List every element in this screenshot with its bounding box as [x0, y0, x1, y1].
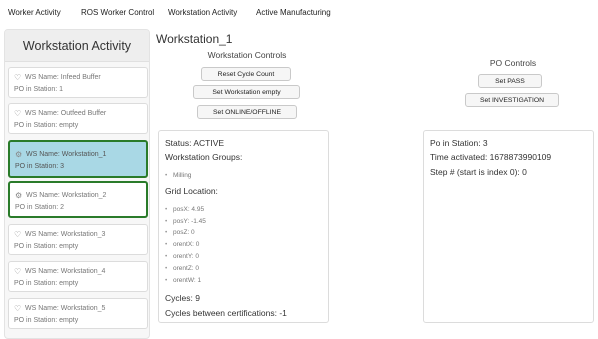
grid-item: • orentW: 1	[165, 277, 202, 284]
workstation-controls-title: Workstation Controls	[207, 50, 287, 60]
bullet-icon: •	[165, 265, 168, 272]
heart-icon: ♡	[14, 72, 22, 82]
sidebar-title: Workstation Activity	[5, 30, 149, 62]
workstation-groups-title: Workstation Groups:	[165, 152, 243, 162]
grid-item: • posZ: 0	[165, 229, 195, 236]
page-title: Workstation_1	[156, 32, 233, 46]
top-nav: Worker Activity ROS Worker Control Works…	[0, 0, 598, 24]
workstation-sidebar: Workstation Activity ♡ WS Name: Infeed Bu…	[4, 29, 150, 339]
ws-name: WS Name: Outfeed Buffer	[25, 109, 107, 117]
workstation-card-workstation-5[interactable]: ♡ WS Name: Workstation_5 PO in Station: e…	[8, 298, 148, 329]
grid-item: • posX: 4.95	[165, 206, 205, 213]
ws-po: PO in Station: 2	[15, 203, 65, 211]
set-workstation-empty-button[interactable]: Set Workstation empty	[193, 85, 300, 99]
po-status-panel: Po in Station: 3 Time activated: 1678873…	[423, 130, 594, 323]
ws-name: WS Name: Workstation_2	[26, 191, 107, 199]
nav-workstation-activity[interactable]: Workstation Activity	[168, 8, 237, 17]
ws-name: WS Name: Workstation_3	[25, 230, 106, 238]
set-pass-button[interactable]: Set PASS	[478, 74, 542, 88]
workstation-card-workstation-2[interactable]: ⚙ WS Name: Workstation_2 PO in Station: 2	[8, 181, 148, 218]
ws-name: WS Name: Workstation_4	[25, 267, 106, 275]
bullet-icon: •	[165, 241, 168, 248]
nav-ros-worker-control[interactable]: ROS Worker Control	[81, 8, 154, 17]
time-activated-text: Time activated: 1678873990109	[430, 152, 552, 162]
bullet-icon: •	[165, 206, 168, 213]
grid-location-title: Grid Location:	[165, 186, 218, 196]
ws-po: PO in Station: empty	[14, 242, 79, 250]
status-text: Status: ACTIVE	[165, 138, 225, 148]
cycles-text: Cycles: 9	[165, 293, 200, 303]
workstation-status-panel: Status: ACTIVE Workstation Groups: • Mill…	[158, 130, 329, 323]
cycles-between-text: Cycles between certifications: -1	[165, 308, 287, 318]
ws-name: WS Name: Workstation_5	[25, 304, 106, 312]
grid-item: • orentY: 0	[165, 253, 200, 260]
ws-po: PO in Station: empty	[14, 121, 79, 129]
group-item: • Milling	[165, 172, 192, 179]
ws-po: PO in Station: 1	[14, 85, 64, 93]
ws-po: PO in Station: empty	[14, 316, 79, 324]
workstation-card-infeed-buffer[interactable]: ♡ WS Name: Infeed Buffer PO in Station: 1	[8, 67, 148, 98]
heart-icon: ♡	[14, 266, 22, 276]
nav-worker-activity[interactable]: Worker Activity	[8, 8, 61, 17]
set-online-offline-button[interactable]: Set ONLINE/OFFLINE	[197, 105, 297, 119]
heart-icon: ♡	[14, 303, 22, 313]
grid-item: • orentZ: 0	[165, 265, 200, 272]
po-controls-title: PO Controls	[489, 58, 537, 68]
gears-icon: ⚙	[15, 190, 23, 200]
workstation-card-outfeed-buffer[interactable]: ♡ WS Name: Outfeed Buffer PO in Station: …	[8, 103, 148, 134]
bullet-icon: •	[165, 253, 168, 260]
workstation-card-workstation-3[interactable]: ♡ WS Name: Workstation_3 PO in Station: e…	[8, 224, 148, 255]
step-text: Step # (start is index 0): 0	[430, 167, 527, 177]
nav-active-manufacturing[interactable]: Active Manufacturing	[256, 8, 331, 17]
workstation-card-workstation-1[interactable]: ⚙ WS Name: Workstation_1 PO in Station: 3	[8, 140, 148, 178]
ws-po: PO in Station: 3	[15, 162, 65, 170]
heart-icon: ♡	[14, 108, 22, 118]
bullet-icon: •	[165, 218, 168, 225]
set-investigation-button[interactable]: Set INVESTIGATION	[465, 93, 559, 107]
bullet-icon: •	[165, 229, 168, 236]
heart-icon: ♡	[14, 229, 22, 239]
bullet-icon: •	[165, 277, 168, 284]
reset-cycle-count-button[interactable]: Reset Cycle Count	[201, 67, 291, 81]
ws-po: PO in Station: empty	[14, 279, 79, 287]
ws-name: WS Name: Infeed Buffer	[25, 73, 101, 81]
grid-item: • posY: -1.45	[165, 218, 206, 225]
ws-name: WS Name: Workstation_1	[26, 150, 107, 158]
bullet-icon: •	[165, 172, 168, 179]
po-in-station-text: Po in Station: 3	[430, 138, 488, 148]
gears-icon: ⚙	[15, 149, 23, 159]
grid-item: • orentX: 0	[165, 241, 200, 248]
workstation-card-workstation-4[interactable]: ♡ WS Name: Workstation_4 PO in Station: e…	[8, 261, 148, 292]
